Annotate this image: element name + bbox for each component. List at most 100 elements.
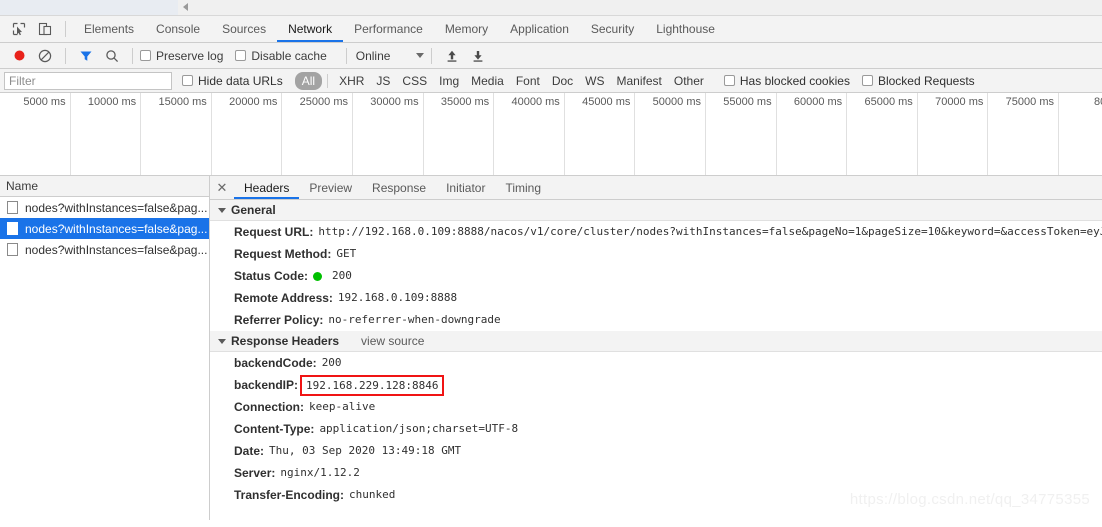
response-header-row: Transfer-Encoding: chunked <box>210 484 1102 506</box>
filter-type-manifest[interactable]: Manifest <box>611 73 668 89</box>
timeline-tick-label: 15000 ms <box>158 96 207 108</box>
chevron-down-icon[interactable] <box>416 53 425 58</box>
import-har-icon[interactable] <box>439 44 465 68</box>
header-value: nginx/1.12.2 <box>280 466 360 479</box>
disable-cache-checkbox[interactable]: Disable cache <box>235 49 327 63</box>
blocked-requests-label: Blocked Requests <box>877 73 975 88</box>
document-icon <box>7 243 18 256</box>
detail-tab-bar: ✕ Headers Preview Response Initiator Tim… <box>210 176 1102 200</box>
filter-type-img[interactable]: Img <box>433 73 465 89</box>
filter-type-doc[interactable]: Doc <box>546 73 579 89</box>
search-icon[interactable] <box>99 44 125 68</box>
network-timeline-overview[interactable]: 5000 ms 10000 ms 15000 ms 20000 ms 25000 ms 3… <box>0 93 1102 176</box>
header-key: Server: <box>234 466 276 480</box>
hide-data-urls-box[interactable] <box>182 75 193 86</box>
response-header-row: Server: nginx/1.12.2 <box>210 462 1102 484</box>
header-value: 192.168.0.109:8888 <box>337 291 458 304</box>
header-value: chunked <box>349 488 396 501</box>
tab-performance[interactable]: Performance <box>343 16 434 42</box>
timeline-tick: 50000 ms <box>635 93 706 175</box>
response-headers-section-header[interactable]: Response Headers view source <box>210 331 1102 352</box>
header-key: Connection: <box>234 400 304 414</box>
filter-type-xhr[interactable]: XHR <box>333 73 370 89</box>
timeline-tick: 45000 ms <box>565 93 636 175</box>
tab-application[interactable]: Application <box>499 16 580 42</box>
tab-security[interactable]: Security <box>580 16 645 42</box>
detail-tab-preview[interactable]: Preview <box>299 176 362 199</box>
device-toolbar-icon[interactable] <box>32 17 58 41</box>
timeline-tick-label: 5000 ms <box>23 96 66 108</box>
filter-type-other[interactable]: Other <box>668 73 710 89</box>
general-section-header[interactable]: General <box>210 200 1102 221</box>
header-value: application/json;charset=UTF-8 <box>319 422 519 435</box>
header-key: Date: <box>234 444 265 458</box>
inspect-element-icon[interactable] <box>6 17 32 41</box>
filter-funnel-icon[interactable] <box>73 44 99 68</box>
filter-type-font[interactable]: Font <box>510 73 546 89</box>
blocked-requests-checkbox[interactable]: Blocked Requests <box>861 73 975 88</box>
tab-sources[interactable]: Sources <box>211 16 277 42</box>
timeline-tick-label: 45000 ms <box>582 96 631 108</box>
timeline-tick-label: 25000 ms <box>299 96 348 108</box>
detail-tab-initiator[interactable]: Initiator <box>436 176 495 199</box>
filter-row: Hide data URLs All XHR JS CSS Img Media … <box>0 69 1102 93</box>
hide-data-urls-label: Hide data URLs <box>198 73 283 88</box>
request-list-row[interactable]: nodes?withInstances=false&pag... <box>0 218 209 239</box>
general-row: Remote Address: 192.168.0.109:8888 <box>210 287 1102 309</box>
response-header-row: backendCode: 200 <box>210 352 1102 374</box>
header-value: 200 <box>332 269 352 282</box>
toolbar-divider <box>65 21 66 37</box>
detail-tab-timing[interactable]: Timing <box>495 176 551 199</box>
has-blocked-cookies-box[interactable] <box>723 75 735 86</box>
detail-tab-response[interactable]: Response <box>362 176 436 199</box>
request-list-column-header[interactable]: Name <box>0 176 209 197</box>
collapse-left-arrow-icon[interactable] <box>183 3 188 11</box>
timeline-tick-label: 75000 ms <box>1005 96 1054 108</box>
timeline-tick-label: 80000 <box>1094 96 1102 108</box>
tab-lighthouse[interactable]: Lighthouse <box>645 16 726 42</box>
hide-data-urls-checkbox[interactable]: Hide data URLs <box>182 74 283 88</box>
export-har-icon[interactable] <box>465 44 491 68</box>
response-header-row: Connection: keep-alive <box>210 396 1102 418</box>
filter-type-media[interactable]: Media <box>465 73 510 89</box>
filter-type-ws[interactable]: WS <box>579 73 610 89</box>
timeline-tick: 10000 ms <box>71 93 142 175</box>
timeline-tick-label: 10000 ms <box>87 96 137 108</box>
view-source-link[interactable]: view source <box>361 331 424 351</box>
timeline-tick: 40000 ms <box>494 93 565 175</box>
response-header-row: Content-Type: application/json;charset=UT… <box>210 418 1102 440</box>
network-lower-split: Name nodes?withInstances=false&pag... nod… <box>0 176 1102 520</box>
header-key: Request URL: <box>234 225 314 239</box>
throttling-select[interactable]: Online <box>354 49 425 63</box>
filter-type-js[interactable]: JS <box>370 73 396 89</box>
controls-divider-3 <box>345 47 347 64</box>
timeline-tick: 15000 ms <box>141 93 212 175</box>
devtools-tab-bar: Elements Console Sources Network Perform… <box>0 16 1102 43</box>
record-icon[interactable] <box>6 44 32 68</box>
tab-elements[interactable]: Elements <box>73 16 145 42</box>
timeline-tick: 70000 ms <box>918 93 989 175</box>
tab-network[interactable]: Network <box>277 16 343 42</box>
document-icon <box>7 201 18 214</box>
filter-type-css[interactable]: CSS <box>396 73 433 89</box>
filter-type-all[interactable]: All <box>294 71 323 90</box>
clear-icon[interactable] <box>32 44 58 68</box>
header-key: Remote Address: <box>234 291 333 305</box>
has-blocked-cookies-checkbox[interactable]: Has blocked cookies <box>723 74 850 88</box>
blocked-requests-box[interactable] <box>861 75 873 86</box>
close-icon[interactable]: ✕ <box>210 176 234 199</box>
filter-input[interactable] <box>4 71 172 90</box>
timeline-tick-label: 60000 ms <box>793 96 843 108</box>
controls-divider-4 <box>431 47 433 64</box>
tab-console[interactable]: Console <box>145 16 211 42</box>
preserve-log-checkbox[interactable]: Preserve log <box>140 49 223 63</box>
timeline-tick-label: 65000 ms <box>864 96 913 108</box>
disable-cache-box[interactable] <box>235 50 247 61</box>
request-list-row[interactable]: nodes?withInstances=false&pag... <box>0 239 209 260</box>
tab-memory[interactable]: Memory <box>434 16 499 42</box>
detail-tab-headers[interactable]: Headers <box>234 176 299 199</box>
header-key: Status Code: <box>234 269 309 283</box>
preserve-log-box[interactable] <box>140 50 151 61</box>
request-list-row[interactable]: nodes?withInstances=false&pag... <box>0 197 209 218</box>
filter-divider <box>327 73 329 88</box>
